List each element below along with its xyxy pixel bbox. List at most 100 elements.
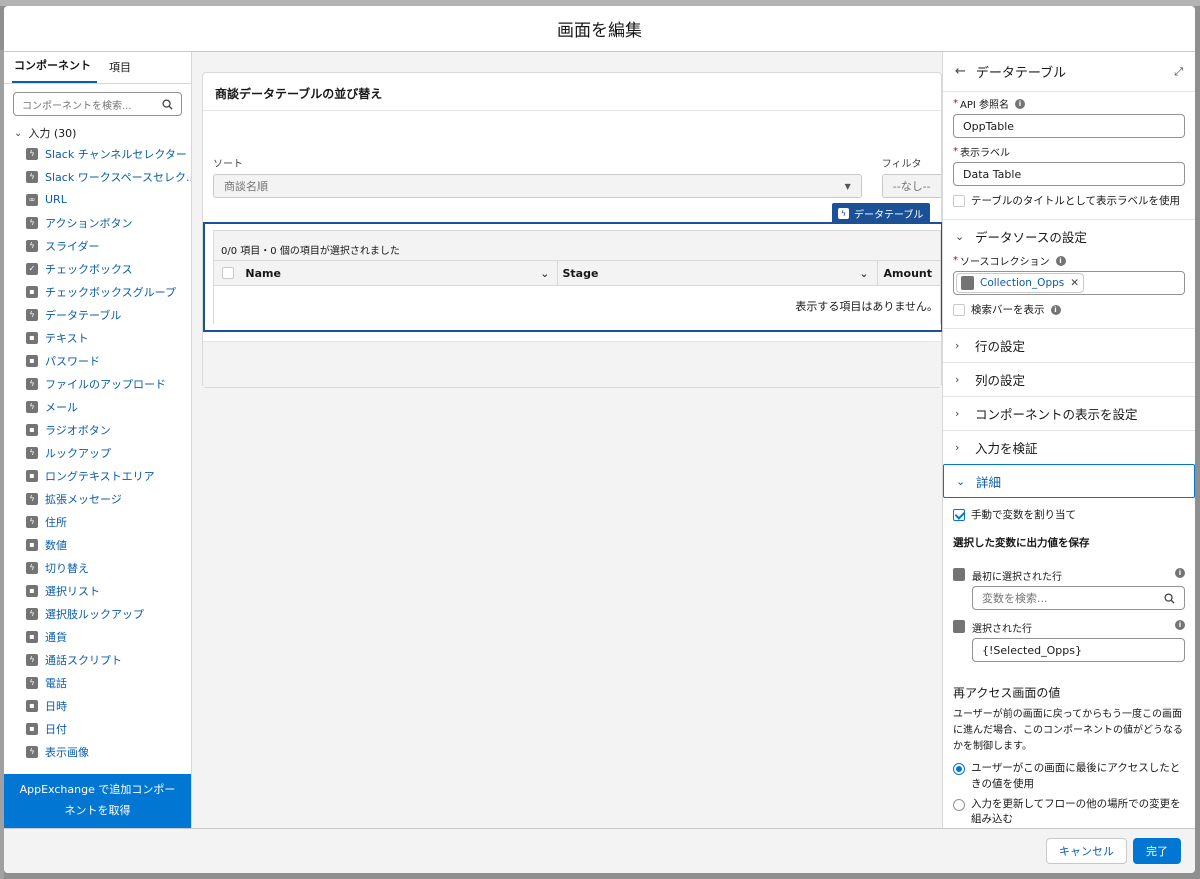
component-item[interactable]: ▪ チェックボックスグループ: [26, 280, 191, 303]
component-item-label: ファイルのアップロード: [45, 377, 166, 391]
section-data-source[interactable]: ⌄ データソースの設定: [943, 219, 1195, 253]
component-item[interactable]: ϟ ルックアップ: [26, 441, 191, 464]
section-rows[interactable]: › 行の設定: [943, 328, 1195, 362]
component-item[interactable]: ϟ ファイルのアップロード: [26, 372, 191, 395]
source-collection-label: * ソースコレクション i: [953, 253, 1185, 268]
appexchange-button[interactable]: AppExchange で追加コンポーネントを取得: [4, 774, 191, 828]
close-icon[interactable]: ✕: [1070, 277, 1079, 289]
info-icon[interactable]: i: [1015, 98, 1025, 109]
selected-rows-input[interactable]: {!Selected_Opps}: [972, 638, 1185, 662]
component-item[interactable]: ϟ Slack チャンネルセレクター: [26, 142, 191, 165]
component-item-label: チェックボックス: [45, 262, 133, 276]
component-item[interactable]: ▪ 選択リスト: [26, 579, 191, 602]
manual-assign-checkbox-row[interactable]: 手動で変数を割り当て: [943, 498, 1195, 529]
datatable-component[interactable]: 0/0 項目・0 個の項目が選択されました Name ⌄ Stage ⌄ Amo…: [203, 222, 943, 332]
section-inputs-toggle[interactable]: ⌄ 入力 (30): [4, 124, 191, 142]
component-item-label: メール: [45, 400, 78, 414]
component-item[interactable]: ▪ 日時: [26, 694, 191, 717]
datatable-badge[interactable]: ϟ データテーブル: [832, 203, 931, 224]
filter-field: フィルタ --なし--: [881, 155, 941, 198]
component-item[interactable]: ϟ 選択肢ルックアップ: [26, 602, 191, 625]
select-all-checkbox[interactable]: [214, 261, 241, 285]
component-item[interactable]: ▪ ロングテキストエリア: [26, 464, 191, 487]
section-visibility[interactable]: › コンポーネントの表示を設定: [943, 396, 1195, 430]
section-columns[interactable]: › 列の設定: [943, 362, 1195, 396]
component-item[interactable]: ϟ 切り替え: [26, 556, 191, 579]
source-collection-input[interactable]: Collection_Opps ✕: [953, 271, 1185, 295]
collection-icon: [961, 276, 974, 290]
column-name-label: Name: [245, 266, 281, 280]
display-label-label: * 表示ラベル: [953, 144, 1185, 159]
component-item[interactable]: ϟ 通話スクリプト: [26, 648, 191, 671]
component-item-label: ロングテキストエリア: [45, 469, 155, 483]
filter-select[interactable]: --なし--: [881, 174, 941, 198]
section-data-source-label: データソースの設定: [975, 230, 1087, 245]
component-item[interactable]: ▪ ラジオボタン: [26, 418, 191, 441]
sort-field: ソート 商談名順 ▼: [213, 155, 862, 198]
lightning-icon: ϟ: [26, 170, 38, 183]
table-status: 0/0 項目・0 個の項目が選択されました: [214, 231, 940, 260]
info-icon[interactable]: i: [1050, 304, 1061, 315]
chevron-down-icon: ⌄: [14, 127, 23, 139]
column-header-amount[interactable]: Amount: [878, 261, 940, 285]
required-mark: *: [953, 98, 958, 109]
search-bar-checkbox-label: 検索バーを表示: [971, 304, 1045, 316]
component-item[interactable]: ϟ 住所: [26, 510, 191, 533]
component-item[interactable]: ▪ 数値: [26, 533, 191, 556]
edit-screen-modal: 画面を編集 コンポーネント 項目 コンポーネントを検索... ⌄ 入力 (30)…: [4, 6, 1195, 873]
component-item[interactable]: ϟ メール: [26, 395, 191, 418]
required-mark: *: [953, 255, 958, 266]
first-selected-row-input[interactable]: 変数を検索...: [972, 586, 1185, 610]
lightning-icon: ϟ: [26, 147, 38, 160]
info-icon[interactable]: i: [1055, 255, 1066, 266]
use-title-checkbox-row[interactable]: テーブルのタイトルとして表示ラベルを使用: [943, 186, 1195, 215]
component-item[interactable]: ϟ 電話: [26, 671, 191, 694]
radio-use-last-value[interactable]: ユーザーがこの画面に最後にアクセスしたときの値を使用: [943, 759, 1195, 795]
component-item[interactable]: ϟ スライダー: [26, 234, 191, 257]
selected-rows-field: 選択された行 i {!Selected_Opps}: [943, 612, 1195, 664]
modal-body: コンポーネント 項目 コンポーネントを検索... ⌄ 入力 (30) ϟ Slac…: [4, 52, 1195, 828]
lightning-icon: ϟ: [26, 239, 38, 252]
component-item[interactable]: ▪ パスワード: [26, 349, 191, 372]
chevron-down-icon: ⌄: [956, 474, 966, 488]
sort-select[interactable]: 商談名順 ▼: [213, 174, 862, 198]
first-selected-row-label-text: 最初に選択された行: [972, 572, 1062, 583]
info-icon[interactable]: i: [1175, 620, 1185, 630]
component-item[interactable]: ∞ URL: [26, 188, 191, 211]
radio-refresh-input[interactable]: 入力を更新してフローの他の場所での変更を組み込む: [943, 795, 1195, 829]
api-name-input[interactable]: OppTable: [953, 114, 1185, 138]
component-item[interactable]: ✓ チェックボックス: [26, 257, 191, 280]
tab-components[interactable]: コンポーネント: [12, 57, 97, 83]
section-details[interactable]: ⌄ 詳細: [943, 464, 1195, 498]
display-label-input[interactable]: Data Table: [953, 162, 1185, 186]
radio-refresh-input-label: 入力を更新してフローの他の場所での変更を組み込む: [971, 797, 1181, 826]
datetime-icon: ▪: [26, 699, 38, 712]
component-item-label: 選択リスト: [45, 584, 100, 598]
column-header-name[interactable]: Name ⌄: [241, 261, 559, 285]
done-button[interactable]: 完了: [1133, 838, 1181, 864]
chevron-right-icon: ›: [955, 339, 960, 352]
datatable-preview: 0/0 項目・0 個の項目が選択されました Name ⌄ Stage ⌄ Amo…: [213, 230, 941, 325]
dropdown-arrow-icon: ▼: [844, 181, 851, 191]
section-validate[interactable]: › 入力を検証: [943, 430, 1195, 464]
lightning-icon: ϟ: [26, 561, 38, 574]
component-item[interactable]: ▪ 日付: [26, 717, 191, 740]
component-item[interactable]: ▪ テキスト: [26, 326, 191, 349]
component-item[interactable]: ϟ 拡張メッセージ: [26, 487, 191, 510]
tab-fields[interactable]: 項目: [107, 59, 137, 83]
search-bar-checkbox-row[interactable]: 検索バーを表示 i: [943, 295, 1195, 324]
column-header-stage[interactable]: Stage ⌄: [558, 261, 878, 285]
component-item[interactable]: ϟ 表示画像: [26, 740, 191, 763]
component-item[interactable]: ▪ 通貨: [26, 625, 191, 648]
component-item[interactable]: ϟ データテーブル: [26, 303, 191, 326]
cancel-button[interactable]: キャンセル: [1046, 838, 1127, 864]
api-name-value: OppTable: [963, 119, 1015, 133]
expand-icon[interactable]: ⤢: [1174, 65, 1183, 79]
component-item[interactable]: ϟ Slack ワークスペースセレク...: [26, 165, 191, 188]
component-search-input[interactable]: コンポーネントを検索...: [13, 92, 182, 116]
back-arrow-icon[interactable]: ←: [955, 64, 966, 79]
component-item[interactable]: ϟ アクションボタン: [26, 211, 191, 234]
info-icon[interactable]: i: [1175, 568, 1185, 578]
collection-pill[interactable]: Collection_Opps ✕: [956, 273, 1085, 293]
lightning-icon: ϟ: [26, 745, 38, 758]
